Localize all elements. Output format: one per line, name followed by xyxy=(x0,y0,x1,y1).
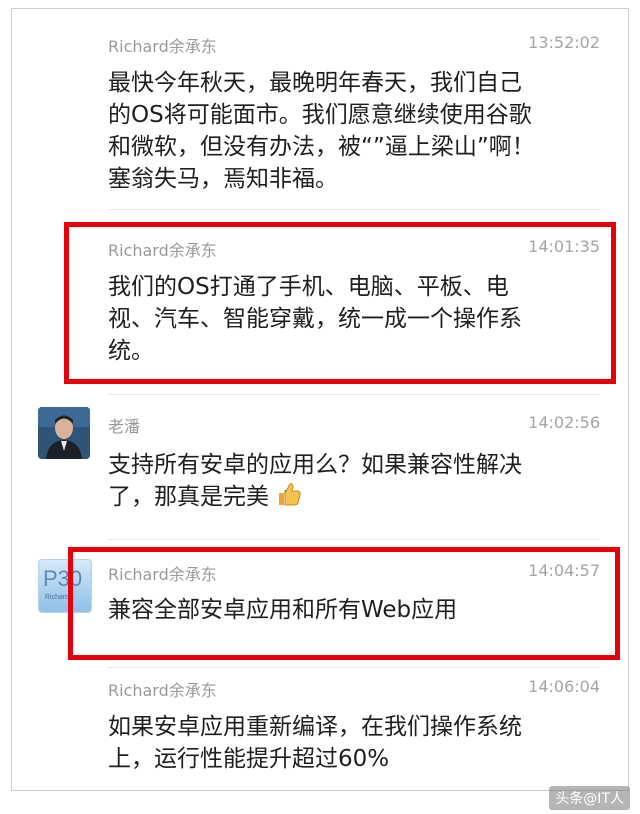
message-divider xyxy=(108,394,600,395)
avatar-sublabel: Richard xyxy=(45,594,70,601)
text-line: 上，运行性能提升超过60% xyxy=(108,746,390,772)
thumbs-up-icon xyxy=(279,483,302,506)
message-divider xyxy=(108,209,600,210)
text-line: 塞翁失马，焉知非福。 xyxy=(108,166,338,192)
message-divider xyxy=(108,539,600,540)
message-time: 14:06:04 xyxy=(528,677,600,696)
highlight-box xyxy=(64,222,616,384)
message-time: 14:02:56 xyxy=(528,413,600,432)
text-segment: 了，那真是完美 xyxy=(108,484,269,510)
text-line: 和微软，但没有办法，被“”逼上梁山”啊！ xyxy=(108,134,535,160)
message-text[interactable]: 支持所有安卓的应用么？如果兼容性解决 了，那真是完美 xyxy=(108,449,608,513)
message-time: 13:52:02 xyxy=(528,33,600,52)
avatar[interactable] xyxy=(38,407,90,459)
sender-name: Richard余承东 xyxy=(108,681,217,700)
sender-name: 老潘 xyxy=(108,417,141,436)
person-avatar-icon xyxy=(38,407,90,459)
message-text[interactable]: 如果安卓应用重新编译，在我们操作系统 上，运行性能提升超过60% xyxy=(108,711,608,775)
source-watermark: 头条@IT人 xyxy=(549,786,630,810)
sender-name: Richard余承东 xyxy=(108,37,217,56)
text-line: 如果安卓应用重新编译，在我们操作系统 xyxy=(108,714,522,740)
text-line: 支持所有安卓的应用么？如果兼容性解决 xyxy=(108,452,522,478)
text-line: 了，那真是完美 xyxy=(108,481,608,513)
highlight-box xyxy=(68,547,620,660)
text-line: 的OS将可能面市。我们愿意继续使用谷歌 xyxy=(108,102,532,128)
message-text[interactable]: 最快今年秋天，最晚明年春天，我们自己 的OS将可能面市。我们愿意继续使用谷歌 和… xyxy=(108,67,608,195)
text-line: 最快今年秋天，最晚明年春天，我们自己 xyxy=(108,70,522,96)
chat-screenshot: Richard余承东 13:52:02 最快今年秋天，最晚明年春天，我们自己 的… xyxy=(11,8,629,791)
message-divider xyxy=(108,667,600,668)
